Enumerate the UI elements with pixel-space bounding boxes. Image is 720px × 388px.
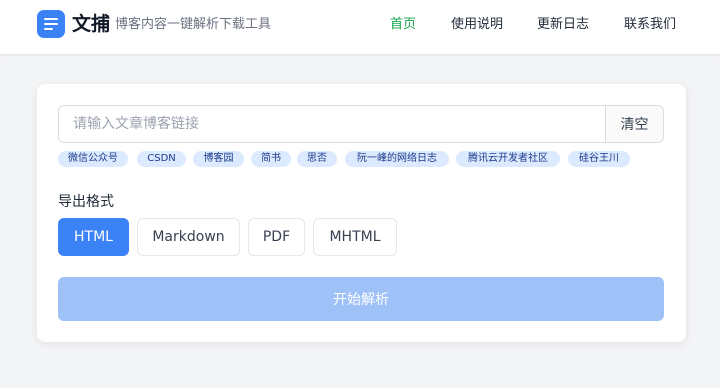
- format-pdf-button[interactable]: PDF: [248, 218, 305, 256]
- format-html-button[interactable]: HTML: [58, 218, 129, 256]
- export-format-label: 导出格式: [58, 194, 114, 210]
- parser-card: 清空 微信公众号 CSDN 博客园 简书 思否 阮一峰的网络日志 腾讯云开发者社…: [37, 84, 686, 342]
- source-tag[interactable]: 阮一峰的网络日志: [345, 151, 449, 167]
- source-tag[interactable]: 硅谷王川: [568, 151, 630, 167]
- brand-tagline: 博客内容一键解析下载工具: [115, 17, 272, 32]
- url-input[interactable]: [58, 105, 606, 143]
- format-markdown-button[interactable]: Markdown: [137, 218, 240, 256]
- nav-usage-guide[interactable]: 使用说明: [451, 16, 503, 34]
- format-mhtml-button[interactable]: MHTML: [313, 218, 397, 256]
- nav-contact-us[interactable]: 联系我们: [624, 16, 676, 34]
- top-header: 文捕 博客内容一键解析下载工具 首页 使用说明 更新日志 联系我们: [0, 0, 720, 54]
- nav-changelog[interactable]: 更新日志: [537, 16, 589, 34]
- source-tag[interactable]: 简书: [251, 151, 291, 167]
- source-tag[interactable]: 博客园: [193, 151, 244, 167]
- source-tag[interactable]: CSDN: [137, 151, 186, 167]
- source-tag[interactable]: 微信公众号: [58, 151, 128, 167]
- source-tag[interactable]: 腾讯云开发者社区: [456, 151, 560, 167]
- start-parse-button[interactable]: 开始解析: [58, 277, 664, 321]
- brand-name[interactable]: 文捕: [72, 11, 110, 37]
- document-lines-icon[interactable]: [37, 10, 65, 38]
- source-tag[interactable]: 思否: [297, 151, 337, 167]
- clear-button[interactable]: 清空: [605, 105, 664, 143]
- nav-home[interactable]: 首页: [390, 16, 416, 34]
